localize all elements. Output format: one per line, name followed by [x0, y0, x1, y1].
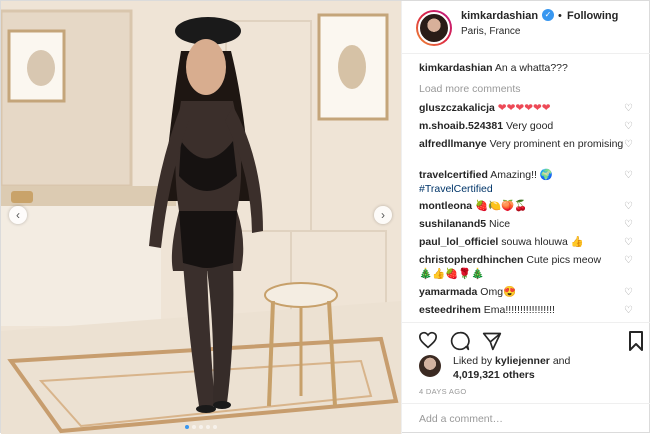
comment: gluszczakalicja ❤❤❤❤❤❤: [419, 101, 624, 115]
comment-text: Ema!!!!!!!!!!!!!!!!!: [483, 304, 555, 316]
comment-text: Cute pics meow: [526, 254, 602, 266]
likes-prefix: Liked by: [453, 355, 493, 367]
comment-username[interactable]: montleona: [419, 200, 472, 212]
comment-like-icon[interactable]: ♡: [624, 288, 634, 298]
comment: esteedrihem Ema!!!!!!!!!!!!!!!!!: [419, 303, 624, 317]
comment-text: Very good: [505, 120, 554, 132]
comment-bubble-icon[interactable]: [450, 331, 470, 351]
carousel-prev-button[interactable]: ‹: [9, 206, 27, 224]
comment-like-icon[interactable]: ♡: [624, 140, 634, 150]
carousel-dot: [185, 425, 189, 429]
post-photo[interactable]: ‹ ›: [1, 1, 401, 434]
liker-username[interactable]: kyliejenner: [495, 355, 550, 367]
photo-illustration: [1, 1, 401, 434]
post-caption: kimkardashian An a whatta???: [419, 62, 568, 74]
comment: m.shoaib.524381 Very good: [419, 119, 624, 133]
comment-like-icon[interactable]: ♡: [624, 122, 634, 132]
comment-text: 🍓🍋🍑🍒: [475, 200, 528, 212]
comment-username[interactable]: alfredllmanye: [419, 138, 487, 150]
following-button[interactable]: Following: [567, 10, 618, 22]
comment: yamarmada Omg😍: [419, 285, 624, 299]
comment-text: Nice: [489, 218, 511, 230]
post-side-panel: kimkardashian ✓ • Following Paris, Franc…: [401, 1, 650, 434]
comment-username[interactable]: christopherdhinchen: [419, 254, 523, 266]
comment-text: Very prominent en promising: [489, 138, 624, 150]
author-avatar[interactable]: [416, 10, 452, 46]
comment-like-icon[interactable]: ♡: [624, 104, 634, 114]
carousel-next-button[interactable]: ›: [374, 206, 392, 224]
instagram-post: ‹ › kimkardashian ✓ • Following Paris, F…: [0, 0, 650, 434]
comment-username[interactable]: m.shoaib.524381: [419, 120, 503, 132]
save-bookmark-icon[interactable]: [628, 331, 644, 351]
load-more-comments-button[interactable]: Load more comments: [419, 83, 521, 95]
post-actions: Liked by kyliejenner and 4,019,321 other…: [402, 322, 650, 412]
comment-username[interactable]: esteedrihem: [419, 304, 481, 316]
comment: sushilanand5 Nice: [419, 217, 624, 231]
comment: travelcertified Amazing!! 🌍 #TravelCerti…: [419, 168, 624, 196]
comment-text-line2: 🎄👍🍓🌹🎄: [419, 268, 485, 280]
comment-username[interactable]: paul_lol_officiel: [419, 236, 498, 248]
comment: alfredllmanye Very prominent en promisin…: [419, 137, 624, 151]
comment-text: Omg😍: [480, 286, 517, 298]
comment-like-icon[interactable]: ♡: [624, 238, 634, 248]
likes-summary[interactable]: Liked by kyliejenner and 4,019,321 other…: [453, 354, 643, 382]
post-location[interactable]: Paris, France: [461, 26, 520, 37]
add-comment-bar: [402, 403, 650, 434]
comments-list: kimkardashian An a whatta??? Load more c…: [402, 54, 650, 322]
comment-like-icon[interactable]: ♡: [624, 220, 634, 230]
comment-text: souwa hlouwa 👍: [501, 236, 584, 248]
comment-like-icon[interactable]: ♡: [624, 171, 634, 181]
add-comment-input[interactable]: [419, 412, 639, 426]
comment-username[interactable]: gluszczakalicja: [419, 102, 495, 114]
comment-username[interactable]: yamarmada: [419, 286, 477, 298]
like-heart-icon[interactable]: [418, 331, 438, 349]
comment: paul_lol_officiel souwa hlouwa 👍: [419, 235, 624, 249]
comment-username[interactable]: travelcertified: [419, 169, 488, 181]
comment: christopherdhinchen Cute pics meow 🎄👍🍓🌹🎄: [419, 253, 624, 281]
caption-username[interactable]: kimkardashian: [419, 62, 493, 74]
comment-like-icon[interactable]: ♡: [624, 202, 634, 212]
comment-like-icon[interactable]: ♡: [624, 256, 634, 266]
comment-text: Amazing!! 🌍: [490, 169, 553, 181]
carousel-dot: [199, 425, 203, 429]
comment: montleona 🍓🍋🍑🍒: [419, 199, 624, 213]
post-header: kimkardashian ✓ • Following Paris, Franc…: [402, 1, 650, 54]
comment-hashtag-link[interactable]: #TravelCertified: [419, 183, 493, 195]
comment-username[interactable]: sushilanand5: [419, 218, 486, 230]
carousel-indicator: [185, 425, 217, 429]
carousel-dot: [213, 425, 217, 429]
carousel-dot: [206, 425, 210, 429]
header-separator: •: [558, 10, 562, 22]
post-timestamp[interactable]: 4 DAYS AGO: [419, 387, 466, 396]
verified-badge-icon: ✓: [542, 9, 554, 21]
comment-text: ❤❤❤❤❤❤: [497, 102, 551, 114]
comment-like-icon[interactable]: ♡: [624, 306, 634, 316]
author-username[interactable]: kimkardashian: [461, 10, 538, 22]
carousel-dot: [192, 425, 196, 429]
liker-avatar[interactable]: [419, 355, 441, 377]
caption-text: An a whatta???: [494, 62, 568, 74]
likes-joiner: and: [552, 355, 571, 367]
likes-count[interactable]: 4,019,321 others: [453, 369, 535, 381]
share-send-icon[interactable]: [482, 331, 502, 351]
